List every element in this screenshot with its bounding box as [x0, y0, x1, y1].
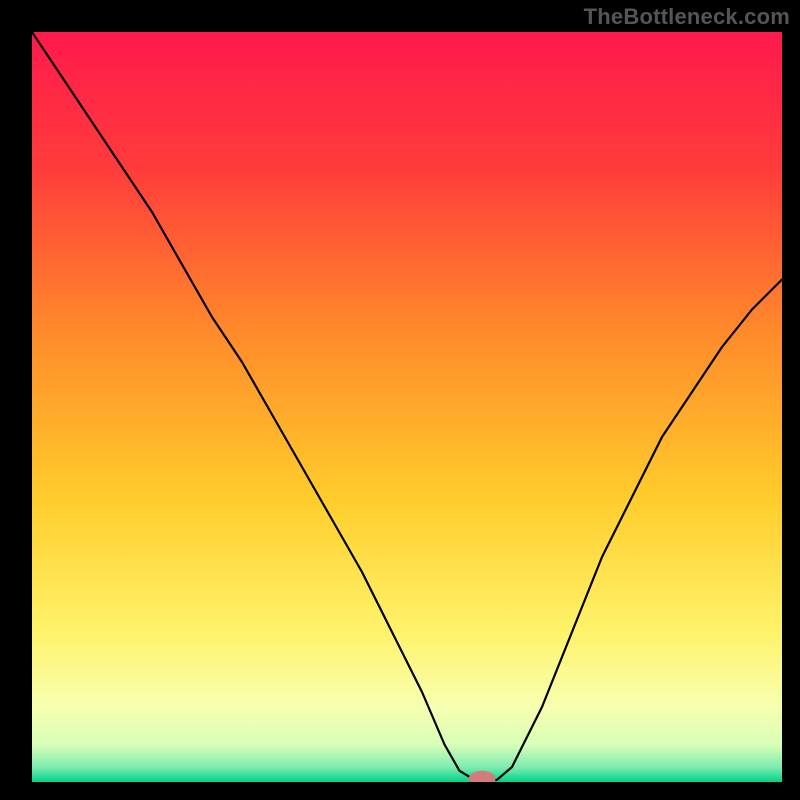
chart-frame: TheBottleneck.com — [0, 0, 800, 800]
watermark-text: TheBottleneck.com — [584, 4, 790, 30]
plot-area — [32, 32, 782, 782]
gradient-background — [32, 32, 782, 782]
chart-svg — [32, 32, 782, 782]
